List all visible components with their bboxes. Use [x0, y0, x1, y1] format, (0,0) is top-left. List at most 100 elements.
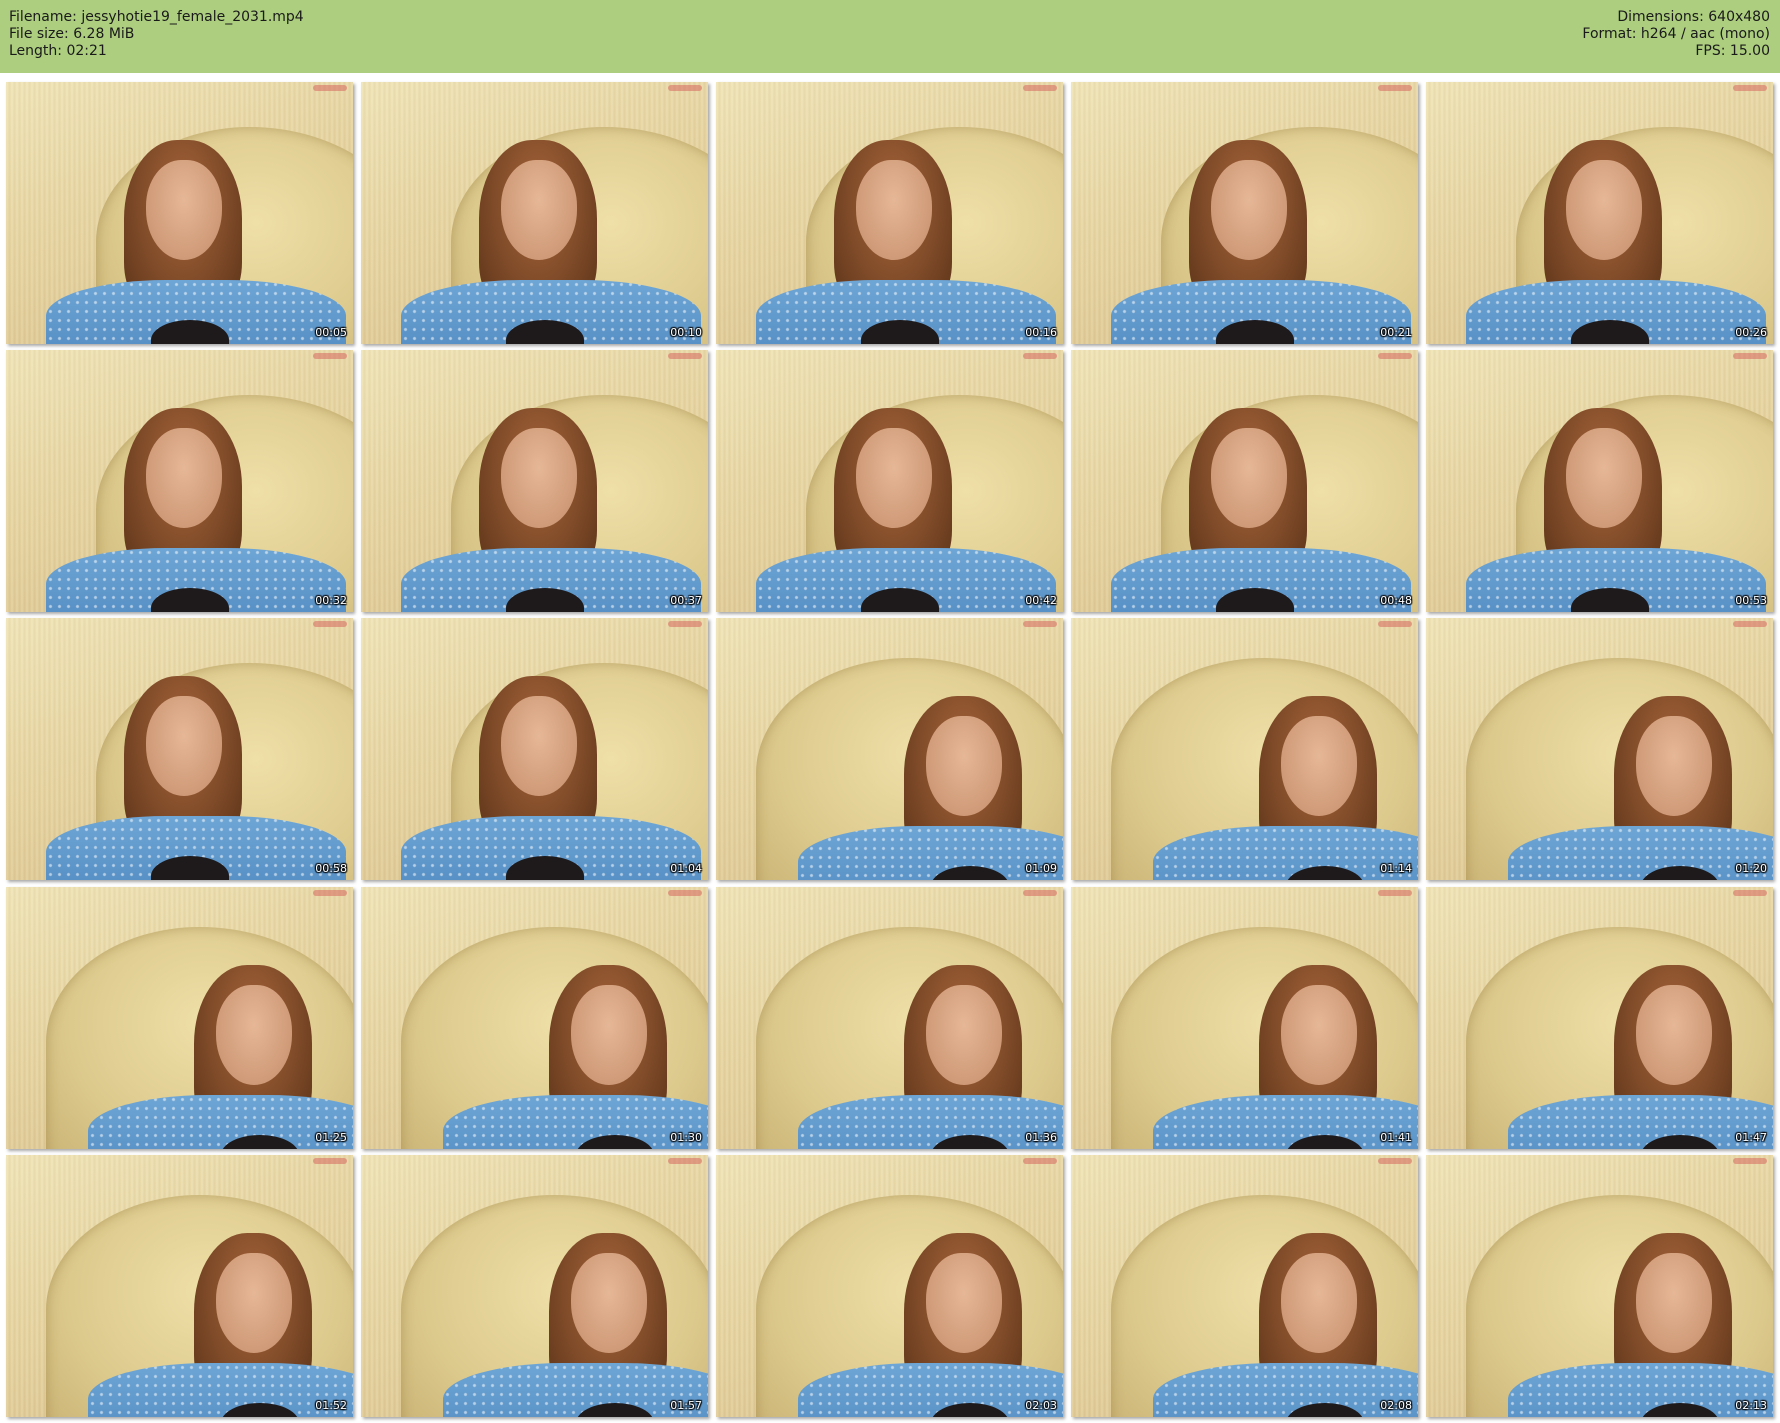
thumbnail-timestamp: 00:26: [1735, 326, 1767, 339]
info-header: Filename: jessyhotie19_female_2031.mp4 F…: [0, 0, 1780, 73]
watermark-logo: [668, 353, 702, 359]
video-thumbnail: 01:09: [716, 618, 1063, 880]
watermark-logo: [1378, 85, 1412, 91]
fps-value: 15.00: [1729, 43, 1770, 59]
video-thumbnail: 02:03: [716, 1155, 1063, 1417]
thumbnail-timestamp: 00:10: [670, 326, 702, 339]
thumbnail-timestamp: 01:30: [670, 1131, 702, 1144]
person-face: [146, 696, 222, 796]
watermark-logo: [313, 621, 347, 627]
watermark-logo: [1733, 1158, 1767, 1164]
filename-value: jessyhotie19_female_2031.mp4: [81, 9, 304, 25]
watermark-logo: [1023, 353, 1057, 359]
blue-robe: [88, 1095, 353, 1149]
video-thumbnail: 01:41: [1071, 887, 1418, 1149]
file-info: Filename: jessyhotie19_female_2031.mp4 F…: [9, 9, 304, 60]
blue-robe: [443, 1363, 708, 1417]
person-face: [501, 428, 577, 528]
dimensions-line: Dimensions: 640x480: [1582, 9, 1770, 26]
person-face: [501, 160, 577, 260]
person-face: [571, 985, 647, 1085]
thumbnail-timestamp: 01:25: [315, 1131, 347, 1144]
video-thumbnail: 00:32: [6, 350, 353, 612]
person-face: [926, 716, 1002, 816]
thumbnail-timestamp: 00:53: [1735, 594, 1767, 607]
video-thumbnail: 01:57: [361, 1155, 708, 1417]
thumbnail-timestamp: 01:14: [1380, 862, 1412, 875]
person-face: [1211, 160, 1287, 260]
thumbnail-timestamp: 01:04: [670, 862, 702, 875]
video-thumbnail: 01:36: [716, 887, 1063, 1149]
video-thumbnail: 01:14: [1071, 618, 1418, 880]
video-thumbnail: 00:26: [1426, 82, 1773, 344]
video-thumbnail: 02:08: [1071, 1155, 1418, 1417]
thumbnail-timestamp: 01:20: [1735, 862, 1767, 875]
person-face: [1566, 160, 1642, 260]
person-face: [1636, 1253, 1712, 1353]
watermark-logo: [1023, 85, 1057, 91]
watermark-logo: [313, 85, 347, 91]
format-line: Format: h264 / aac (mono): [1582, 26, 1770, 43]
thumbnail-timestamp: 00:48: [1380, 594, 1412, 607]
video-thumbnail: 00:16: [716, 82, 1063, 344]
watermark-logo: [1378, 890, 1412, 896]
watermark-logo: [668, 1158, 702, 1164]
blue-robe: [798, 1095, 1063, 1149]
thumbnail-timestamp: 02:08: [1380, 1399, 1412, 1412]
video-thumbnail: 01:25: [6, 887, 353, 1149]
person-face: [1281, 716, 1357, 816]
watermark-logo: [313, 1158, 347, 1164]
thumbnail-grid: 00:05 00:10 00:16 00:21 00:26 00:32 00:37 00:42…: [0, 82, 1780, 1420]
blue-robe: [798, 1363, 1063, 1417]
length-label: Length:: [9, 43, 63, 59]
blue-robe: [1153, 826, 1418, 880]
filename-line: Filename: jessyhotie19_female_2031.mp4: [9, 9, 304, 26]
video-thumbnail: 02:13: [1426, 1155, 1773, 1417]
thumbnail-timestamp: 00:05: [315, 326, 347, 339]
thumbnail-timestamp: 00:58: [315, 862, 347, 875]
fps-label: FPS:: [1695, 43, 1726, 59]
dimensions-value: 640x480: [1708, 9, 1770, 25]
watermark-logo: [668, 85, 702, 91]
format-label: Format:: [1582, 26, 1637, 42]
person-face: [571, 1253, 647, 1353]
watermark-logo: [1023, 621, 1057, 627]
thumbnail-timestamp: 00:21: [1380, 326, 1412, 339]
blue-robe: [1153, 1363, 1418, 1417]
filename-label: Filename:: [9, 9, 77, 25]
person-face: [146, 428, 222, 528]
blue-robe: [1508, 826, 1773, 880]
blue-robe: [88, 1363, 353, 1417]
video-thumbnail: 01:30: [361, 887, 708, 1149]
video-thumbnail: 01:47: [1426, 887, 1773, 1149]
video-thumbnail: 00:42: [716, 350, 1063, 612]
thumbnail-timestamp: 01:52: [315, 1399, 347, 1412]
watermark-logo: [1733, 621, 1767, 627]
person-face: [856, 160, 932, 260]
watermark-logo: [1733, 890, 1767, 896]
filesize-line: File size: 6.28 MiB: [9, 26, 304, 43]
watermark-logo: [313, 353, 347, 359]
person-face: [501, 696, 577, 796]
video-thumbnail: 01:04: [361, 618, 708, 880]
person-face: [216, 985, 292, 1085]
filesize-value: 6.28 MiB: [73, 26, 135, 42]
thumbnail-timestamp: 01:47: [1735, 1131, 1767, 1144]
video-thumbnail: 00:37: [361, 350, 708, 612]
video-thumbnail: 01:52: [6, 1155, 353, 1417]
thumbnail-timestamp: 01:41: [1380, 1131, 1412, 1144]
person-face: [926, 1253, 1002, 1353]
watermark-logo: [313, 890, 347, 896]
blue-robe: [443, 1095, 708, 1149]
watermark-logo: [668, 890, 702, 896]
person-face: [1281, 985, 1357, 1085]
format-info: Dimensions: 640x480 Format: h264 / aac (…: [1582, 9, 1770, 60]
person-face: [1636, 985, 1712, 1085]
thumbnail-timestamp: 00:16: [1025, 326, 1057, 339]
thumbnail-timestamp: 01:09: [1025, 862, 1057, 875]
watermark-logo: [1733, 85, 1767, 91]
watermark-logo: [668, 621, 702, 627]
person-face: [926, 985, 1002, 1085]
thumbnail-timestamp: 02:13: [1735, 1399, 1767, 1412]
person-face: [216, 1253, 292, 1353]
